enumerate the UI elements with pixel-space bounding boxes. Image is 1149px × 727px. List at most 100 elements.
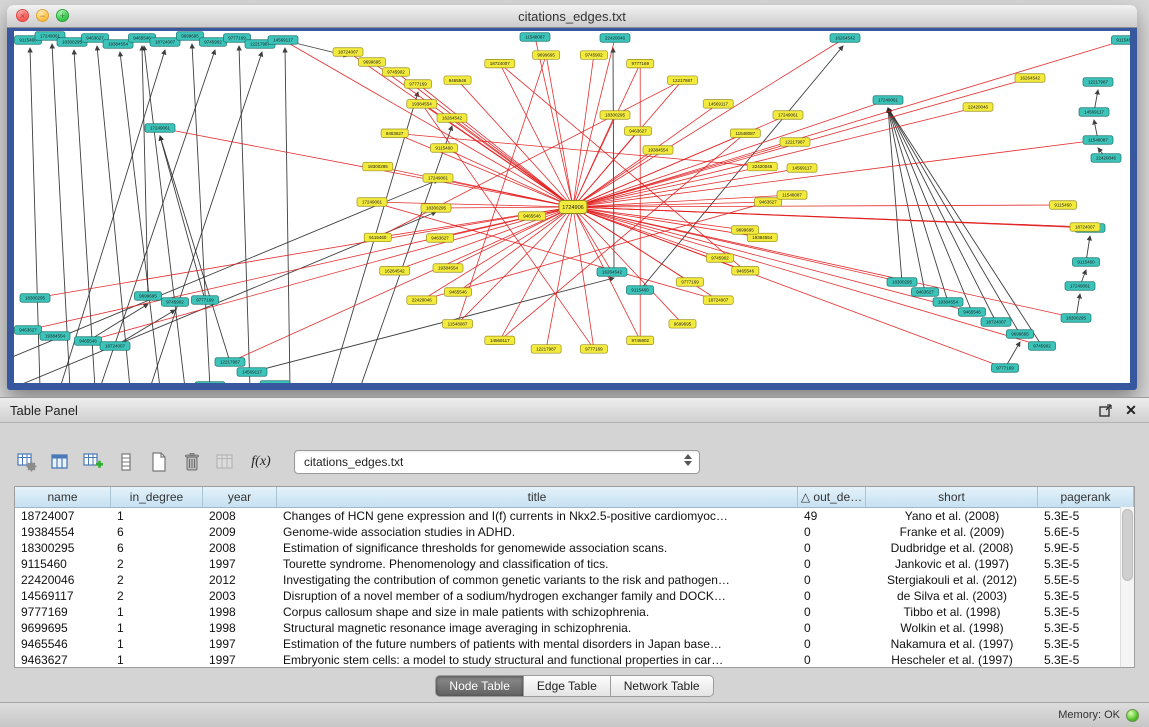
memory-status-label: Memory: OK (1058, 709, 1120, 721)
graph-node-label: 9777169 (409, 82, 427, 87)
table-row[interactable]: 977716911998Corpus callosum shape and si… (15, 604, 1134, 620)
graph-node-label: 9115460 (1116, 38, 1130, 43)
network-window: × − + citations_edges.txt 9115460 1724906… (7, 5, 1137, 390)
graph-edge-black (888, 108, 925, 292)
table-cell: 2008 (203, 541, 277, 555)
graph-node-label: 9463627 (431, 236, 449, 241)
select-columns-button[interactable] (47, 450, 73, 474)
network-graph-canvas[interactable]: 9115460 17249061 18300295 9463627 19384554 94… (14, 31, 1130, 383)
table-selector-value: citations_edges.txt (304, 455, 403, 469)
minimize-window-button[interactable]: − (36, 9, 49, 22)
graph-edge-red (573, 207, 1042, 346)
table-row[interactable]: 946362711997Embryonic stem cells: a mode… (15, 652, 1134, 668)
table-cell: 1 (111, 509, 203, 523)
graph-edge-red (422, 207, 573, 300)
table-cell: Nakamura et al. (1997) (866, 637, 1038, 651)
graph-node-label: 11548087 (1088, 138, 1108, 143)
graph-node-label: 19384554 (752, 235, 773, 240)
graph-edge-red (546, 55, 573, 207)
column-header-in-degree[interactable]: in_degree (111, 487, 203, 507)
graph-edge-red (395, 133, 573, 207)
new-document-icon (150, 452, 168, 472)
graph-node-label: 19384554 (438, 266, 459, 271)
table-cell: 14569117 (15, 589, 111, 603)
table-row[interactable]: 946554611997Estimation of the future num… (15, 636, 1134, 652)
graph-edge-black (613, 48, 614, 268)
table-cell: 0 (798, 605, 866, 619)
zoom-window-button[interactable]: + (56, 9, 69, 22)
graph-node-label: 17249061 (150, 126, 171, 131)
tab-network-table[interactable]: Network Table (611, 675, 714, 697)
graph-edge-red (573, 207, 682, 324)
table-cell: 18300295 (15, 541, 111, 555)
table-rows-button[interactable] (113, 450, 139, 474)
column-header-short[interactable]: short (866, 487, 1038, 507)
table-row[interactable]: 2242004622012Investigating the contribut… (15, 572, 1134, 588)
float-panel-button[interactable] (1097, 402, 1113, 418)
table-cell: Stergiakouli et al. (2012) (866, 573, 1038, 587)
graph-node-label: 19384554 (412, 101, 433, 106)
table-cell: de Silva et al. (2003) (866, 589, 1038, 603)
function-builder-button[interactable]: f(x) (245, 450, 277, 474)
column-settings-button[interactable] (14, 450, 40, 474)
graph-node-label: 9777169 (585, 347, 603, 352)
tab-edge-table[interactable]: Edge Table (524, 675, 611, 697)
table-cell: 0 (798, 557, 866, 571)
table-row[interactable]: 1830029562008Estimation of significance … (15, 540, 1134, 556)
close-window-button[interactable]: × (16, 9, 29, 22)
create-column-button[interactable] (80, 450, 106, 474)
graph-edge-red (448, 207, 573, 268)
table-row[interactable]: 911546021997Tourette syndrome. Phenomeno… (15, 556, 1134, 572)
delete-table-button[interactable] (179, 450, 205, 474)
tab-node-table[interactable]: Node Table (435, 675, 524, 697)
table-row[interactable]: 1456911722003Disruption of a novel membe… (15, 588, 1134, 604)
fx-icon: f(x) (251, 454, 270, 470)
table-cell: 1 (111, 605, 203, 619)
graph-node-label: 19384554 (938, 300, 959, 305)
table-cell: 18724007 (15, 509, 111, 523)
graph-node-label: 22420046 (752, 164, 773, 169)
graph-node-label: 12217987 (672, 78, 693, 83)
graph-node-label: 18724007 (708, 298, 729, 303)
graph-node-label: 16264542 (385, 268, 406, 273)
network-view[interactable]: 9115460 17249061 18300295 9463627 19384554 94… (14, 31, 1130, 383)
graph-edge-black (888, 108, 902, 282)
graph-hub-label: 1724906 (562, 205, 583, 211)
table-selector-dropdown[interactable]: citations_edges.txt (294, 450, 700, 474)
node-table: namein_degreeyeartitle△ out_de…shortpage… (14, 486, 1135, 668)
table-row[interactable]: 969969511998Structural magnetic resonanc… (15, 620, 1134, 636)
table-vertical-scrollbar[interactable] (1120, 507, 1134, 667)
graph-node-label: 17249061 (878, 98, 899, 103)
graph-node-label: 19384554 (648, 148, 669, 153)
rows-icon (119, 452, 133, 472)
column-header-year[interactable]: year (203, 487, 277, 507)
column-header-title[interactable]: title (277, 487, 798, 507)
table-row[interactable]: 1938455462009Genome-wide association stu… (15, 524, 1134, 540)
table-cell: 49 (798, 509, 866, 523)
table-row[interactable]: 1872400712008Changes of HCN gene express… (15, 508, 1134, 524)
import-table-button[interactable] (212, 450, 238, 474)
graph-node-label: 12217987 (250, 42, 271, 47)
graph-node-label: 14569117 (708, 101, 728, 106)
network-window-titlebar[interactable]: × − + citations_edges.txt (7, 5, 1137, 28)
create-table-button[interactable] (146, 450, 172, 474)
table-cell: 1998 (203, 605, 277, 619)
graph-node-label: 9699695 (1011, 332, 1029, 337)
graph-node-label: 17249061 (1070, 284, 1091, 289)
column-header-name[interactable]: name (15, 487, 111, 507)
graph-node-label: 16264542 (442, 116, 463, 121)
graph-node-label: 9777169 (631, 61, 649, 66)
close-panel-button[interactable]: ✕ (1123, 402, 1139, 418)
graph-node-label: 18300295 (605, 113, 626, 118)
table-panel: Table Panel ✕ (0, 397, 1149, 703)
graph-node-label: 9115460 (1077, 260, 1095, 265)
scrollbar-thumb[interactable] (1122, 509, 1133, 581)
memory-status-indicator[interactable] (1126, 709, 1139, 722)
graph-node-label: 12217987 (536, 347, 557, 352)
graph-node-label: 18300295 (892, 280, 913, 285)
column-header-pagerank[interactable]: pagerank (1038, 487, 1134, 507)
graph-edge-red (573, 207, 690, 282)
graph-edge-black (285, 48, 290, 383)
column-header-out-de[interactable]: △ out_de… (798, 487, 866, 507)
graph-node-label: 9465546 (79, 339, 97, 344)
